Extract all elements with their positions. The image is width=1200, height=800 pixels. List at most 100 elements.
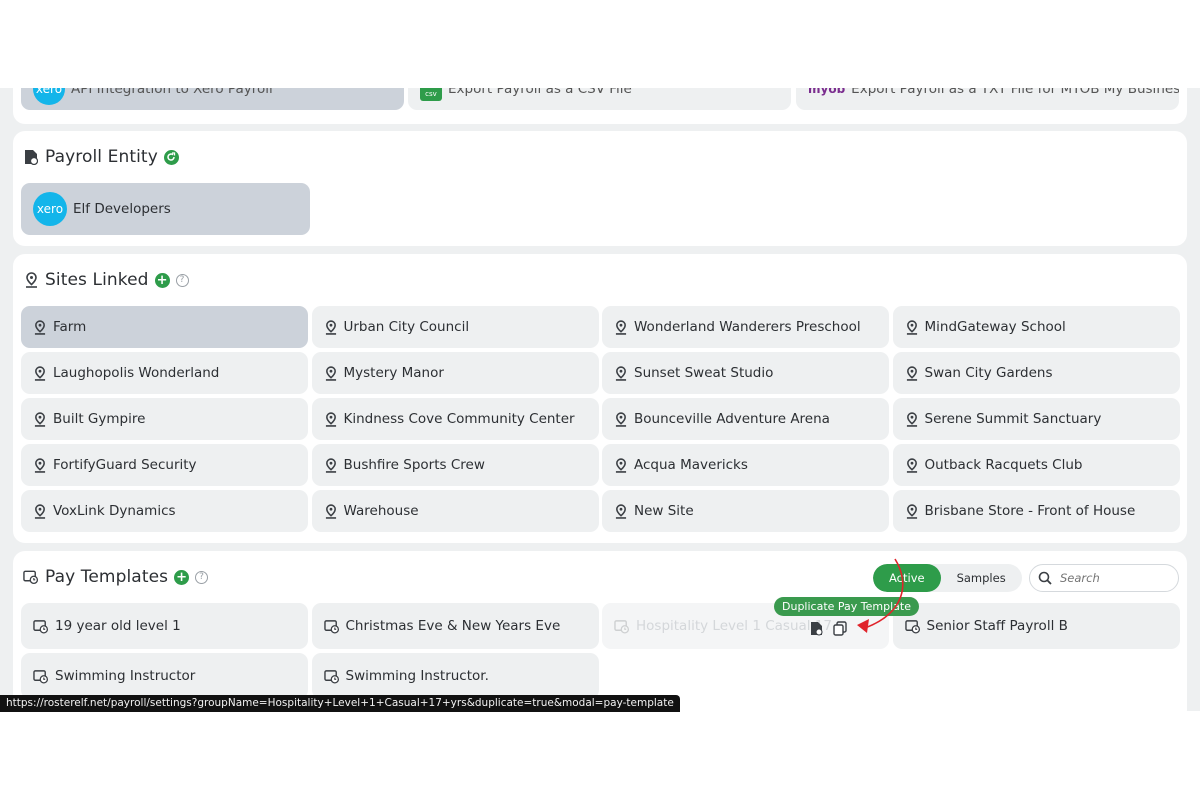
pay-template-icon xyxy=(33,618,49,634)
site-label: Acqua Mavericks xyxy=(634,457,748,473)
integration-label: Export Payroll as a CSV File xyxy=(448,88,632,97)
integration-xero-tile[interactable]: xero API Integration to Xero Payroll xyxy=(21,88,404,110)
site-tile[interactable]: Bounceville Adventure Arena xyxy=(602,398,889,440)
site-label: Serene Summit Sanctuary xyxy=(924,411,1102,427)
xero-logo-icon: xero xyxy=(33,192,67,226)
sites-linked-heading: Sites Linked + ? xyxy=(23,270,189,290)
pay-template-icon xyxy=(23,569,39,585)
search-icon xyxy=(1038,571,1052,585)
integrations-card: xero API Integration to Xero Payroll csv… xyxy=(13,88,1187,124)
site-label: Laughopolis Wonderland xyxy=(53,365,220,381)
site-tile[interactable]: MindGateway School xyxy=(892,306,1180,348)
site-label: Warehouse xyxy=(343,503,419,519)
pay-template-label: 19 year old level 1 xyxy=(55,618,181,634)
location-pin-icon xyxy=(23,272,39,288)
pay-templates-card: Pay Templates + ? Active Samples 19 year… xyxy=(13,551,1187,711)
site-label: Outback Racquets Club xyxy=(924,457,1083,473)
edit-template-icon[interactable] xyxy=(808,620,824,636)
site-tile[interactable]: Bushfire Sports Crew xyxy=(311,444,599,486)
site-tile[interactable]: New Site xyxy=(602,490,889,532)
site-tile[interactable]: Kindness Cove Community Center xyxy=(311,398,599,440)
myob-logo-icon: myob xyxy=(808,88,846,96)
site-tile[interactable]: Farm xyxy=(21,306,308,348)
csv-file-icon: csv xyxy=(420,88,442,101)
site-label: VoxLink Dynamics xyxy=(53,503,176,519)
site-tile[interactable]: Swan City Gardens xyxy=(892,352,1180,394)
location-pin-icon xyxy=(33,411,47,427)
add-site-button[interactable]: + xyxy=(154,272,170,288)
payroll-entity-tile[interactable]: xero Elf Developers xyxy=(21,183,310,235)
annotation-arrow-icon xyxy=(857,558,904,633)
site-tile[interactable]: Urban City Council xyxy=(311,306,599,348)
location-pin-icon xyxy=(33,365,47,381)
integration-myob-tile[interactable]: myob Export Payroll as a TXT File for MY… xyxy=(796,88,1179,110)
site-label: Urban City Council xyxy=(343,319,470,335)
site-tile[interactable]: Sunset Sweat Studio xyxy=(602,352,889,394)
site-tile[interactable]: Wonderland Wanderers Preschool xyxy=(602,306,889,348)
pay-template-label: Swimming Instructor xyxy=(55,668,196,684)
location-pin-icon xyxy=(905,411,919,427)
site-tile[interactable]: Built Gympire xyxy=(21,398,308,440)
site-tile[interactable]: Warehouse xyxy=(311,490,599,532)
pay-templates-heading: Pay Templates + ? xyxy=(23,567,209,587)
pay-template-icon xyxy=(323,668,340,684)
location-pin-icon xyxy=(614,503,628,519)
toggle-samples-option[interactable]: Samples xyxy=(941,564,1022,592)
location-pin-icon xyxy=(324,365,338,381)
pay-template-icon xyxy=(614,618,630,634)
document-dollar-icon xyxy=(23,149,39,165)
site-label: Sunset Sweat Studio xyxy=(634,365,774,381)
location-pin-icon xyxy=(614,319,628,335)
pay-template-label: Swimming Instructor. xyxy=(345,668,489,684)
location-pin-icon xyxy=(905,503,919,519)
site-label: Brisbane Store - Front of House xyxy=(924,503,1136,519)
browser-status-url: https://rosterelf.net/payroll/settings?g… xyxy=(0,695,680,712)
pay-template-tile[interactable]: Christmas Eve & New Years Eve xyxy=(311,603,599,649)
location-pin-icon xyxy=(324,319,338,335)
integration-csv-tile[interactable]: csv Export Payroll as a CSV File xyxy=(408,88,791,110)
pay-template-tile[interactable]: Swimming Instructor. xyxy=(311,653,599,699)
payroll-entity-heading: Payroll Entity xyxy=(23,147,179,167)
pay-template-label: Christmas Eve & New Years Eve xyxy=(345,618,561,634)
site-label: Wonderland Wanderers Preschool xyxy=(634,319,861,335)
pay-template-icon xyxy=(323,618,340,634)
add-pay-template-button[interactable]: + xyxy=(174,569,190,585)
help-icon[interactable]: ? xyxy=(195,570,209,584)
site-tile[interactable]: Laughopolis Wonderland xyxy=(21,352,308,394)
location-pin-icon xyxy=(614,457,628,473)
pay-template-label: Senior Staff Payroll B xyxy=(926,618,1068,634)
site-tile[interactable]: Acqua Mavericks xyxy=(602,444,889,486)
entity-label: Elf Developers xyxy=(73,201,171,217)
pay-template-tile[interactable]: Swimming Instructor xyxy=(21,653,308,699)
location-pin-icon xyxy=(324,411,338,427)
xero-logo-icon: xero xyxy=(33,88,65,105)
site-label: Mystery Manor xyxy=(343,365,444,381)
site-label: Swan City Gardens xyxy=(924,365,1053,381)
pay-template-tile[interactable]: Senior Staff Payroll B xyxy=(892,603,1180,649)
site-label: New Site xyxy=(634,503,694,519)
location-pin-icon xyxy=(324,457,338,473)
location-pin-icon xyxy=(614,411,628,427)
site-tile[interactable]: Serene Summit Sanctuary xyxy=(892,398,1180,440)
site-tile[interactable]: Mystery Manor xyxy=(311,352,599,394)
pay-template-tile[interactable]: 19 year old level 1 xyxy=(21,603,308,649)
template-search-box xyxy=(1029,564,1179,592)
location-pin-icon xyxy=(324,503,338,519)
site-tile[interactable]: VoxLink Dynamics xyxy=(21,490,308,532)
site-tile[interactable]: FortifyGuard Security xyxy=(21,444,308,486)
site-tile[interactable]: Outback Racquets Club xyxy=(892,444,1180,486)
payroll-entity-card: Payroll Entity xero Elf Developers xyxy=(13,131,1187,246)
site-tile[interactable]: Brisbane Store - Front of House xyxy=(892,490,1180,532)
site-label: Kindness Cove Community Center xyxy=(343,411,575,427)
section-title-text: Sites Linked xyxy=(45,270,149,290)
site-label: FortifyGuard Security xyxy=(53,457,197,473)
settings-viewport: xero API Integration to Xero Payroll csv… xyxy=(0,88,1200,711)
help-icon[interactable]: ? xyxy=(175,273,189,287)
template-search-input[interactable] xyxy=(1060,571,1160,585)
location-pin-icon xyxy=(33,503,47,519)
location-pin-icon xyxy=(905,319,919,335)
site-label: Farm xyxy=(53,319,87,335)
site-label: Bushfire Sports Crew xyxy=(343,457,485,473)
site-label: Built Gympire xyxy=(53,411,146,427)
refresh-icon[interactable] xyxy=(163,149,179,165)
